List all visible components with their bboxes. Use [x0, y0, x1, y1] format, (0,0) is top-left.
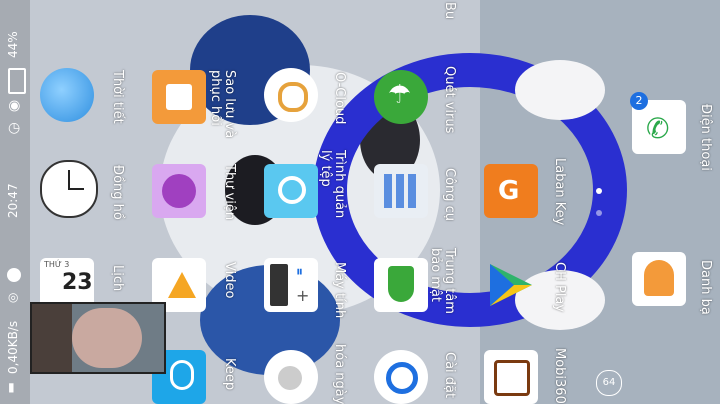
mobi-frame-icon — [494, 360, 530, 396]
alarm-icon: ◷ — [8, 120, 21, 136]
mobi360-app-label: Mobi360 — [552, 348, 567, 404]
person-icon — [644, 260, 674, 296]
play-store-icon — [490, 264, 532, 306]
cloud-ring-icon — [278, 82, 308, 112]
gallery-app-label: Thư viện — [222, 164, 237, 221]
flower-icon — [162, 174, 196, 208]
calculator-screen-icon — [270, 264, 288, 306]
weather-app-label: Thời tiết — [110, 70, 125, 124]
filemanager-app-icon[interactable] — [264, 164, 318, 218]
shield-icon — [388, 266, 414, 302]
battery-icon — [8, 68, 26, 94]
contacts-app-label: Danh bạ — [698, 260, 713, 315]
calculator-app-label: Máy tính — [332, 262, 347, 319]
play-triangle-icon — [168, 272, 196, 298]
chplay-app-icon[interactable] — [484, 258, 538, 312]
weather-app-icon[interactable] — [40, 68, 94, 122]
hotspot-icon: ◎ — [8, 290, 19, 304]
antivirus-app-icon[interactable]: ☂ — [374, 70, 428, 124]
contacts-app-icon[interactable] — [632, 252, 686, 306]
chplay-app-label: CH Play — [552, 262, 567, 313]
network-speed: 0,40KB/s — [6, 320, 20, 374]
phone-app-label: Điện thoại — [698, 104, 713, 171]
camera-preview-thumbnail[interactable] — [30, 302, 166, 374]
calculator-app-icon[interactable]: ⏸ + — [264, 258, 318, 312]
face-image — [72, 308, 142, 368]
dark-background — [32, 304, 72, 372]
page-indicator-dot[interactable] — [596, 188, 602, 194]
plus-icon: + — [296, 286, 310, 305]
clock-hand-icon — [68, 188, 84, 190]
antivirus-app-label: Quét virus — [442, 66, 457, 134]
backup-app-icon[interactable] — [152, 70, 206, 124]
clock-app-label: Đồng hồ — [110, 165, 125, 220]
labankey-app-label: Laban Key — [552, 158, 567, 226]
mustache-icon — [278, 366, 302, 390]
daily-app-label: hóa ngày — [332, 344, 347, 404]
labankey-app-icon[interactable]: G — [484, 164, 538, 218]
magnifier-icon — [278, 176, 306, 204]
settings-app-icon[interactable] — [374, 350, 428, 404]
umbrella-icon: ☂ — [388, 80, 412, 110]
calendar-app-label: Lịch — [110, 265, 125, 292]
filemanager-app-label: Trình quản lý tệp — [318, 150, 347, 219]
clock-hand-icon — [68, 170, 70, 190]
backup-app-label: Sao lưu và phục hồi — [208, 70, 237, 139]
signal-icon: ▮ — [8, 380, 15, 394]
lightbulb-icon — [170, 360, 194, 390]
phone-badge: 2 — [630, 92, 648, 110]
backup-icon — [166, 84, 192, 110]
gear-icon — [386, 362, 418, 394]
page-indicator-dot[interactable] — [596, 210, 602, 216]
settings-app-label: Cài đặt — [442, 352, 457, 399]
calendar-day-name: THỨ 3 — [44, 260, 70, 269]
record-icon — [7, 268, 21, 282]
status-time: 20:47 — [6, 183, 20, 218]
gallery-app-icon[interactable] — [152, 164, 206, 218]
security-app-label: Trung tâm bảo mật — [428, 248, 457, 314]
home-screen: 44% ◉ ◷ 20:47 ◎ 0,40KB/s ▮ Thời tiết Đồn… — [0, 0, 720, 404]
daily-app-icon[interactable] — [264, 350, 318, 404]
phone-handset-icon: ✆ — [646, 112, 670, 145]
ocloud-app-icon[interactable] — [264, 68, 318, 122]
wifi-icon: ◉ — [6, 99, 23, 113]
keep-app-label: Keep — [222, 358, 237, 391]
video-app-label: Video — [222, 262, 237, 299]
tools-app-icon[interactable] — [374, 164, 428, 218]
tools-grid-icon — [384, 174, 418, 208]
dock-page-indicator: 64 — [596, 370, 622, 396]
ocloud-app-label: O-Cloud — [332, 72, 347, 125]
calendar-day-number: 23 — [62, 270, 93, 295]
tools-app-label: Công cụ — [442, 168, 457, 222]
mobi360-app-icon[interactable] — [484, 350, 538, 404]
clock-app-icon[interactable] — [40, 160, 98, 218]
bu-app-label[interactable]: Bu — [442, 2, 457, 19]
battery-percent: 44% — [6, 31, 20, 58]
laban-g-icon: G — [498, 176, 520, 206]
security-app-icon[interactable] — [374, 258, 428, 312]
pause-icon: ⏸ — [296, 264, 303, 280]
